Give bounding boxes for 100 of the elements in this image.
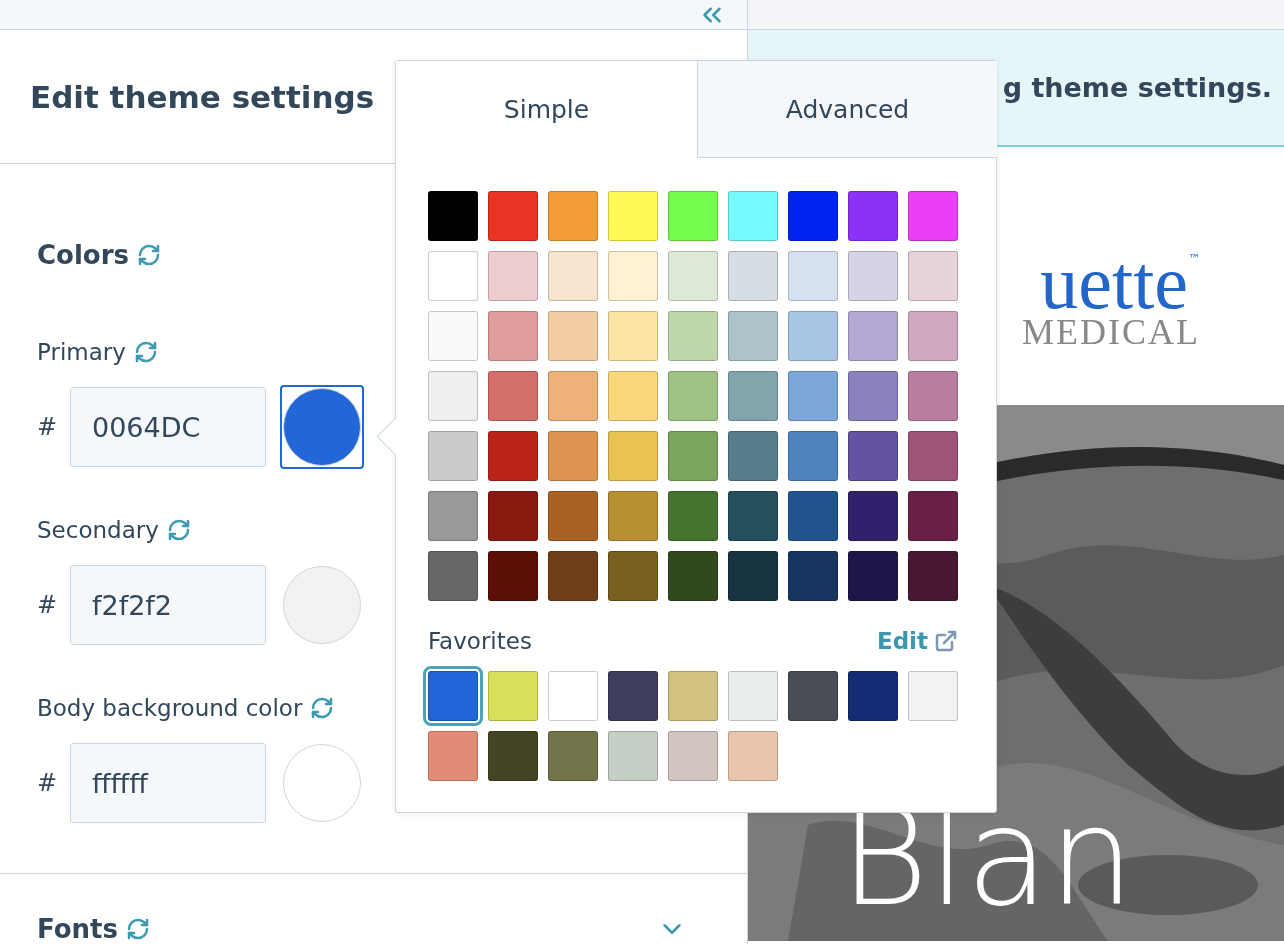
palette-swatch[interactable] xyxy=(788,251,838,301)
palette-swatch[interactable] xyxy=(728,371,778,421)
palette-swatch[interactable] xyxy=(728,431,778,481)
palette-swatch[interactable] xyxy=(548,371,598,421)
palette-swatch[interactable] xyxy=(668,551,718,601)
palette-swatch[interactable] xyxy=(488,431,538,481)
palette-swatch[interactable] xyxy=(608,251,658,301)
logo: uette$^{™}$ xyxy=(1040,252,1200,313)
refresh-icon[interactable] xyxy=(137,243,161,268)
palette-swatch[interactable] xyxy=(548,251,598,301)
hash-prefix: # xyxy=(37,769,59,798)
palette-swatch[interactable] xyxy=(668,431,718,481)
favorite-swatch[interactable] xyxy=(608,671,658,721)
hash-prefix: # xyxy=(37,413,59,442)
palette-swatch[interactable] xyxy=(728,251,778,301)
palette-swatch[interactable] xyxy=(488,371,538,421)
favorite-swatch[interactable] xyxy=(608,731,658,781)
palette-swatch[interactable] xyxy=(608,431,658,481)
favorite-swatch[interactable] xyxy=(728,731,778,781)
palette-swatch[interactable] xyxy=(428,431,478,481)
palette-swatch[interactable] xyxy=(848,431,898,481)
favorite-swatch[interactable] xyxy=(728,671,778,721)
palette-swatch[interactable] xyxy=(908,371,958,421)
palette-swatch[interactable] xyxy=(728,491,778,541)
palette-swatch[interactable] xyxy=(548,551,598,601)
palette-swatch[interactable] xyxy=(848,191,898,241)
palette-swatch[interactable] xyxy=(428,311,478,361)
picker-tab[interactable]: Advanced xyxy=(697,61,997,158)
palette-swatch[interactable] xyxy=(428,191,478,241)
section-title: Colors xyxy=(37,240,129,271)
favorite-swatch[interactable] xyxy=(548,731,598,781)
favorite-swatch[interactable] xyxy=(668,671,718,721)
favorite-swatch[interactable] xyxy=(548,671,598,721)
hex-input[interactable]: ffffff xyxy=(70,743,266,824)
palette-swatch[interactable] xyxy=(908,491,958,541)
palette-swatch[interactable] xyxy=(788,551,838,601)
picker-tab[interactable]: Simple xyxy=(396,61,697,158)
favorite-swatch[interactable] xyxy=(788,671,838,721)
palette-swatch[interactable] xyxy=(728,311,778,361)
logo-tagline: MEDICAL xyxy=(1022,312,1200,353)
palette-swatch[interactable] xyxy=(728,191,778,241)
palette-swatch[interactable] xyxy=(788,491,838,541)
palette-swatch[interactable] xyxy=(788,311,838,361)
palette-swatch[interactable] xyxy=(908,191,958,241)
palette-swatch[interactable] xyxy=(848,551,898,601)
palette-swatch[interactable] xyxy=(728,551,778,601)
refresh-icon[interactable] xyxy=(310,696,335,721)
palette-swatch[interactable] xyxy=(908,311,958,361)
palette-swatch[interactable] xyxy=(668,371,718,421)
palette-swatch[interactable] xyxy=(608,491,658,541)
palette-swatch[interactable] xyxy=(908,251,958,301)
palette-swatch[interactable] xyxy=(548,311,598,361)
palette-swatch[interactable] xyxy=(908,551,958,601)
palette-swatch[interactable] xyxy=(428,251,478,301)
palette-swatch[interactable] xyxy=(488,551,538,601)
palette-swatch[interactable] xyxy=(668,191,718,241)
palette-swatch[interactable] xyxy=(608,551,658,601)
field-label: Primary xyxy=(37,339,126,366)
panel-title: Edit theme settings xyxy=(30,78,375,115)
palette-swatch[interactable] xyxy=(788,431,838,481)
palette-swatch[interactable] xyxy=(488,191,538,241)
favorites-title: Favorites xyxy=(428,628,532,654)
favorite-swatch[interactable] xyxy=(428,731,478,781)
palette-swatch[interactable] xyxy=(848,371,898,421)
field-label: Secondary xyxy=(37,517,159,544)
favorite-swatch[interactable] xyxy=(488,671,538,721)
palette-swatch[interactable] xyxy=(548,491,598,541)
favorite-swatch[interactable] xyxy=(488,731,538,781)
refresh-icon[interactable] xyxy=(133,340,158,365)
palette-swatch[interactable] xyxy=(428,491,478,541)
palette-swatch[interactable] xyxy=(488,251,538,301)
favorite-swatch[interactable] xyxy=(848,671,898,721)
palette-swatch[interactable] xyxy=(608,371,658,421)
hex-input[interactable]: f2f2f2 xyxy=(70,565,266,646)
palette-swatch[interactable] xyxy=(548,191,598,241)
external-link-icon xyxy=(934,629,958,653)
field-label: Body background color xyxy=(37,695,303,722)
palette-swatch[interactable] xyxy=(788,371,838,421)
palette-swatch[interactable] xyxy=(668,251,718,301)
palette-swatch[interactable] xyxy=(428,371,478,421)
section-title: Fonts xyxy=(37,914,118,944)
palette-swatch[interactable] xyxy=(428,551,478,601)
refresh-icon[interactable] xyxy=(126,917,150,941)
favorite-swatch[interactable] xyxy=(908,671,958,721)
palette-swatch[interactable] xyxy=(668,311,718,361)
hash-prefix: # xyxy=(37,591,59,620)
palette-swatch[interactable] xyxy=(548,431,598,481)
palette-swatch[interactable] xyxy=(848,491,898,541)
palette-swatch[interactable] xyxy=(848,311,898,361)
palette-swatch[interactable] xyxy=(848,251,898,301)
palette-swatch[interactable] xyxy=(608,191,658,241)
palette-swatch[interactable] xyxy=(488,491,538,541)
palette-swatch[interactable] xyxy=(908,431,958,481)
palette-swatch[interactable] xyxy=(608,311,658,361)
palette-swatch[interactable] xyxy=(788,191,838,241)
refresh-icon[interactable] xyxy=(166,518,191,543)
hex-input[interactable]: 0064DC xyxy=(70,387,266,468)
palette-swatch[interactable] xyxy=(488,311,538,361)
favorite-swatch[interactable] xyxy=(668,731,718,781)
palette-swatch[interactable] xyxy=(668,491,718,541)
